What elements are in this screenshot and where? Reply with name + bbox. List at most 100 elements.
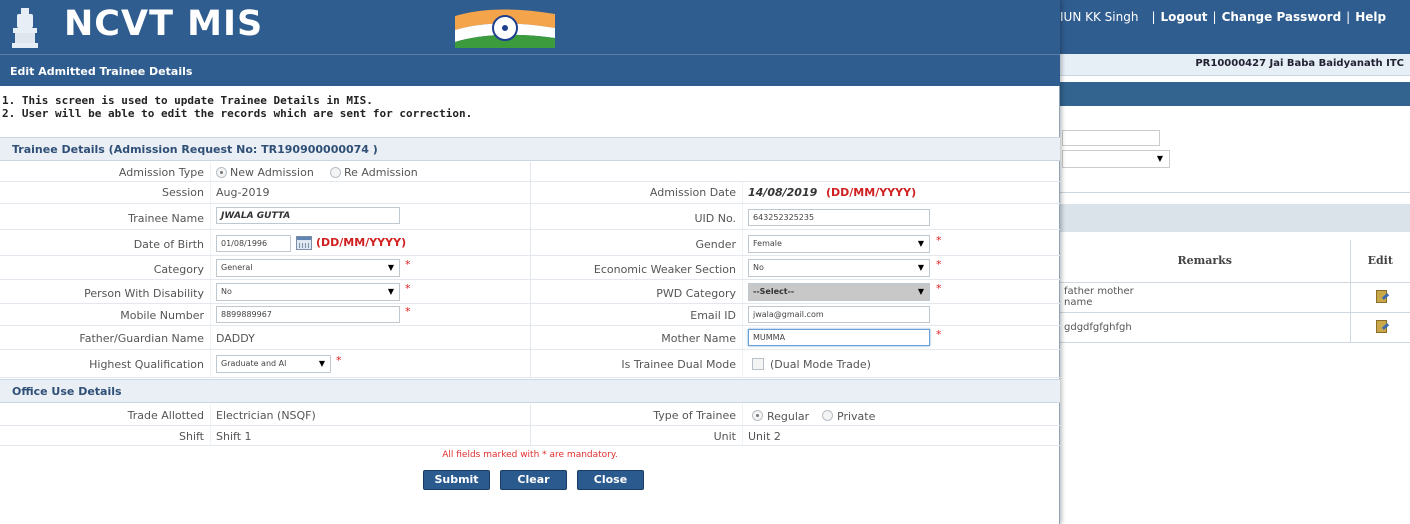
divider bbox=[210, 182, 211, 203]
mandatory-note: All fields marked with * are mandatory. bbox=[442, 450, 618, 460]
unit-label: Unit bbox=[713, 430, 736, 443]
ews-label: Economic Weaker Section bbox=[593, 263, 736, 276]
required-marker: * bbox=[336, 354, 342, 367]
new-admission-label: New Admission bbox=[230, 166, 314, 179]
office-use-section-header: Office Use Details bbox=[0, 379, 1060, 403]
private-radio[interactable] bbox=[822, 410, 833, 421]
trade-label: Trade Allotted bbox=[127, 409, 204, 422]
required-marker: * bbox=[405, 305, 411, 318]
divider bbox=[210, 326, 211, 349]
table-header-row: Remarks Edit bbox=[1060, 240, 1410, 283]
admission-date-label: Admission Date bbox=[649, 186, 736, 199]
category-select[interactable]: General ▼ bbox=[216, 259, 400, 277]
user-bar: IUN KK Singh | Logout | Change Password | Help bbox=[1060, 10, 1410, 34]
divider bbox=[210, 304, 211, 325]
re-admission-radio[interactable] bbox=[330, 167, 341, 178]
app-title: NCVT MIS bbox=[64, 4, 264, 44]
category-selected: General bbox=[221, 263, 253, 272]
required-marker: * bbox=[936, 282, 942, 295]
form-row: Highest Qualification Graduate and Al ▼ *… bbox=[0, 350, 1060, 378]
form-row: Trainee Name JWALA GUTTA UID No. 6432523… bbox=[0, 204, 1060, 230]
regular-label: Regular bbox=[767, 410, 810, 423]
modal-title: Edit Admitted Trainee Details bbox=[10, 65, 193, 78]
background-filter-select[interactable]: ▼ bbox=[1062, 150, 1170, 168]
divider bbox=[210, 280, 211, 303]
divider bbox=[742, 426, 743, 445]
pwd-category-select[interactable]: --Select-- ▼ bbox=[748, 283, 930, 301]
table-row: father mother name bbox=[1060, 282, 1410, 313]
chevron-down-icon: ▼ bbox=[387, 263, 394, 272]
remarks-cell: gdgdfgfghfgh bbox=[1060, 312, 1350, 343]
gender-label: Gender bbox=[695, 238, 736, 251]
uid-label: UID No. bbox=[694, 212, 736, 225]
change-password-link[interactable]: Change Password bbox=[1222, 10, 1342, 24]
help-link[interactable]: Help bbox=[1355, 10, 1386, 24]
divider bbox=[742, 350, 743, 377]
table-row: gdgdfgfghfgh bbox=[1060, 312, 1410, 343]
ews-selected: No bbox=[753, 263, 764, 272]
calendar-icon[interactable] bbox=[296, 236, 312, 250]
background-menu-band bbox=[1060, 82, 1410, 106]
background-toolbar-band bbox=[1060, 204, 1410, 232]
uid-input[interactable]: 643252325235 bbox=[748, 209, 930, 226]
logo-bar: NCVT MIS bbox=[0, 0, 1060, 54]
modal-titlebar: Edit Admitted Trainee Details bbox=[0, 54, 1060, 86]
logout-link[interactable]: Logout bbox=[1161, 10, 1208, 24]
form-row: Category General ▼ * Economic Weaker Sect… bbox=[0, 256, 1060, 280]
required-marker: * bbox=[936, 234, 942, 247]
institute-name: PR10000427 Jai Baba Baidyanath ITC bbox=[1195, 58, 1404, 69]
form-row: Trade Allotted Electrician (NSQF) Type o… bbox=[0, 404, 1060, 426]
session-value: Aug-2019 bbox=[216, 186, 270, 199]
trainee-name-input[interactable]: JWALA GUTTA bbox=[216, 207, 400, 224]
trainee-name-label: Trainee Name bbox=[128, 212, 204, 225]
re-admission-label: Re Admission bbox=[344, 166, 418, 179]
remarks-cell: father mother name bbox=[1060, 282, 1350, 313]
edit-icon[interactable] bbox=[1375, 319, 1389, 333]
user-name: IUN KK Singh bbox=[1060, 10, 1139, 24]
mother-name-input[interactable]: MUMMA bbox=[748, 329, 930, 346]
form-row: Father/Guardian Name DADDY Mother Name M… bbox=[0, 326, 1060, 350]
pwd-select[interactable]: No ▼ bbox=[216, 283, 400, 301]
divider bbox=[530, 230, 531, 255]
dob-input[interactable]: 01/08/1996 bbox=[216, 235, 291, 252]
remarks-text: father mother bbox=[1064, 286, 1134, 297]
instruction-line: 1. This screen is used to update Trainee… bbox=[2, 94, 373, 107]
required-marker: * bbox=[936, 328, 942, 341]
separator: | bbox=[1151, 10, 1156, 24]
qualification-select[interactable]: Graduate and Al ▼ bbox=[216, 355, 331, 373]
edit-cell[interactable] bbox=[1349, 312, 1410, 343]
shift-value: Shift 1 bbox=[216, 430, 252, 443]
new-admission-radio[interactable] bbox=[216, 167, 227, 178]
form-row: Shift Shift 1 Unit Unit 2 bbox=[0, 426, 1060, 446]
form-row: Session Aug-2019 Admission Date 14/08/20… bbox=[0, 182, 1060, 204]
divider bbox=[742, 404, 743, 425]
admission-type-label: Admission Type bbox=[118, 166, 204, 179]
section-title: Trainee Details (Admission Request No: T… bbox=[12, 143, 378, 156]
remarks-table: Remarks Edit father mother name gdgdfgfgh… bbox=[1060, 240, 1410, 343]
edit-icon[interactable] bbox=[1375, 289, 1389, 303]
column-header-remarks: Remarks bbox=[1060, 240, 1350, 283]
column-header-edit: Edit bbox=[1349, 240, 1410, 283]
father-name-label: Father/Guardian Name bbox=[79, 332, 204, 345]
qualification-label: Highest Qualification bbox=[89, 358, 204, 371]
ews-select[interactable]: No ▼ bbox=[748, 259, 930, 277]
regular-radio[interactable] bbox=[752, 410, 763, 421]
edit-cell[interactable] bbox=[1349, 282, 1410, 313]
close-button[interactable]: Close bbox=[577, 470, 644, 490]
edit-trainee-modal: NCVT MIS Edit Admitted Trainee Details 1… bbox=[0, 0, 1060, 524]
background-search-input[interactable] bbox=[1062, 130, 1160, 146]
divider bbox=[742, 280, 743, 303]
mother-name-label: Mother Name bbox=[661, 332, 736, 345]
trainee-details-section-header: Trainee Details (Admission Request No: T… bbox=[0, 137, 1060, 161]
gender-select[interactable]: Female ▼ bbox=[748, 235, 930, 253]
divider bbox=[530, 426, 531, 445]
clear-button[interactable]: Clear bbox=[500, 470, 567, 490]
submit-button[interactable]: Submit bbox=[423, 470, 490, 490]
email-input[interactable]: jwala@gmail.com bbox=[748, 306, 930, 323]
divider bbox=[742, 204, 743, 229]
required-marker: * bbox=[936, 258, 942, 271]
instruction-line: 2. User will be able to edit the records… bbox=[2, 107, 473, 120]
divider bbox=[210, 404, 211, 425]
mobile-input[interactable]: 8899889967 bbox=[216, 306, 400, 323]
dual-mode-checkbox[interactable] bbox=[752, 358, 764, 370]
